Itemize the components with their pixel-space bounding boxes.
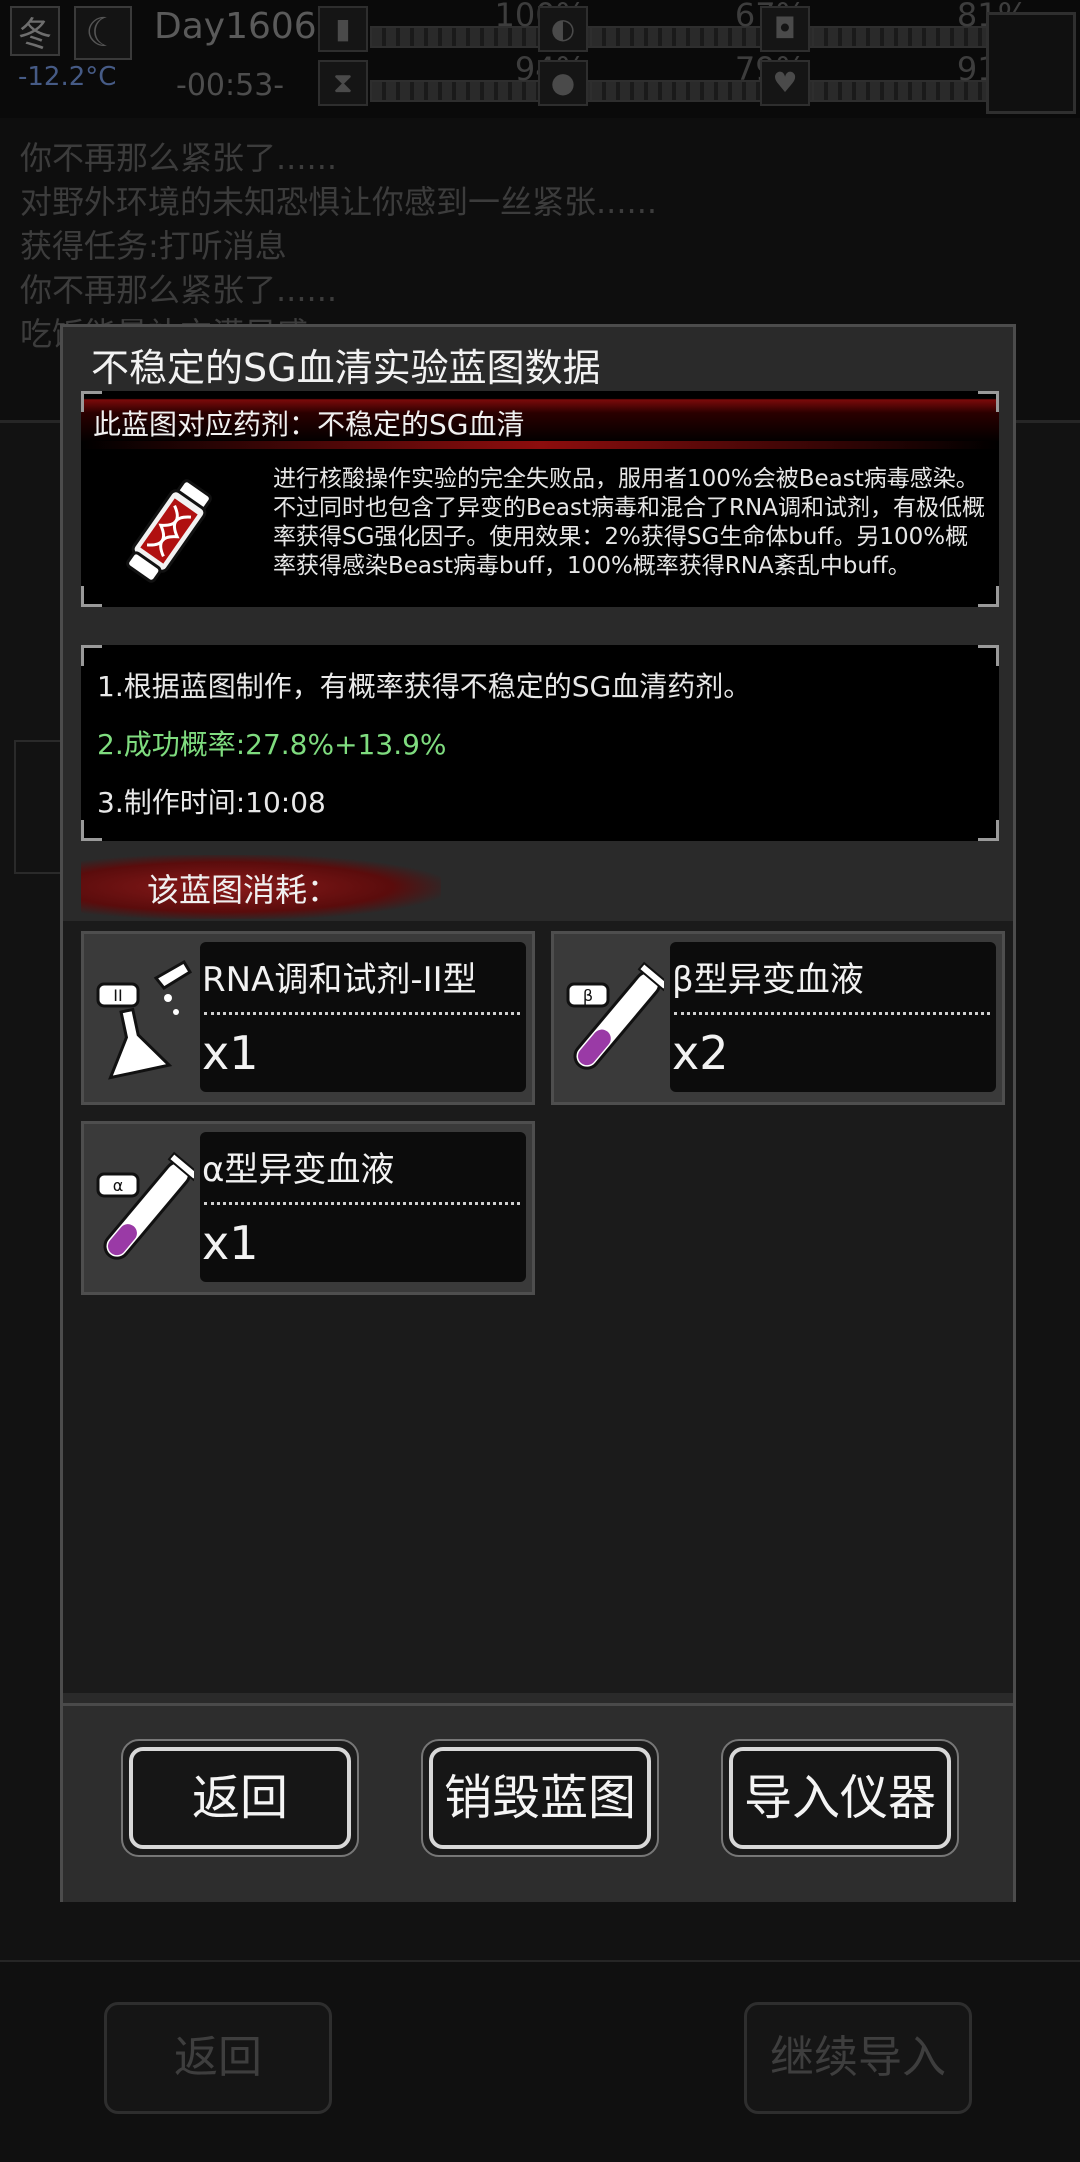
test-tube-icon: β [566, 961, 664, 1070]
material-name: RNA调和试剂-II型 [202, 960, 477, 1000]
stomach-icon: ◐ [538, 6, 588, 52]
materials-list: II RNA调和试剂-II型 x1 β β型异变血液 x2 α α型异变血液 x… [63, 921, 1013, 1693]
bag-icon: ◘ [760, 6, 810, 52]
day-counter: Day1606 [154, 6, 317, 47]
material-item[interactable]: α α型异变血液 x1 [81, 1121, 535, 1295]
material-item[interactable]: II RNA调和试剂-II型 x1 [81, 931, 535, 1105]
back-button[interactable]: 返回 [121, 1739, 359, 1857]
svg-text:β: β [583, 986, 593, 1005]
info-craft-result: 1.根据蓝图制作，有概率获得不稳定的SG血清药剂。 [97, 670, 752, 703]
log-line: 获得任务:打听消息 [20, 227, 287, 265]
target-potion-label: 此蓝图对应药剂：不稳定的SG血清 [93, 408, 525, 441]
background-continue-button[interactable]: 继续导入 [744, 2002, 972, 2114]
season-indicator: 冬 [10, 6, 60, 56]
info-success-rate: 2.成功概率:27.8%+13.9% [97, 728, 447, 761]
hourglass-icon: ⧗ [318, 60, 368, 106]
craft-info-box: 1.根据蓝图制作，有概率获得不稳定的SG血清药剂。 2.成功概率:27.8%+1… [81, 645, 999, 841]
material-item[interactable]: β β型异变血液 x2 [551, 931, 1005, 1105]
blueprint-description: 进行核酸操作实验的完全失败品，服用者100%会被Beast病毒感染。不过同时也包… [273, 466, 985, 579]
material-name: α型异变血液 [202, 1150, 395, 1190]
dialog-title: 不稳定的SG血清实验蓝图数据 [91, 346, 601, 390]
info-craft-time: 3.制作时间:10:08 [97, 786, 326, 819]
water-drop-icon: ● [538, 60, 588, 106]
log-line: 对野外环境的未知恐惧让你感到一丝紧张...... [20, 183, 658, 221]
destroy-blueprint-button[interactable]: 销毁蓝图 [421, 1739, 659, 1857]
temperature: -12.2°C [18, 62, 117, 92]
blueprint-description-box: 此蓝图对应药剂：不稳定的SG血清 进行核酸操作实验的完全失败品，服用者100%会… [81, 391, 999, 607]
heart-icon: ♥ [760, 60, 810, 106]
material-quantity: x1 [202, 1026, 259, 1080]
import-instrument-button[interactable]: 导入仪器 [721, 1739, 959, 1857]
battery-icon: ▮ [318, 6, 368, 52]
svg-text:α: α [113, 1176, 124, 1195]
log-line: 你不再那么紧张了...... [20, 271, 338, 309]
background-back-button[interactable]: 返回 [104, 2002, 332, 2114]
event-log: 你不再那么紧张了...... 对野外环境的未知恐惧让你感到一丝紧张...... … [20, 136, 1060, 356]
svg-text:II: II [113, 986, 122, 1005]
status-bar: 冬 ☾ Day1606 -12.2°C -00:53- ▮ 100% ◐ 67%… [0, 0, 1080, 118]
flask-icon: II [96, 959, 193, 1080]
blueprint-dialog: 不稳定的SG血清实验蓝图数据 此蓝图对应药剂：不稳定的SG血清 进行核酸操作实验… [60, 324, 1016, 1902]
log-line: 你不再那么紧张了...... [20, 139, 338, 177]
game-time: -00:53- [176, 68, 285, 103]
test-tube-icon: α [96, 1151, 194, 1260]
serum-vial-icon [126, 479, 212, 583]
menu-button[interactable] [986, 12, 1076, 114]
moon-icon: ☾ [74, 6, 132, 60]
consume-label: 该蓝图消耗： [147, 871, 340, 909]
material-quantity: x1 [202, 1216, 259, 1270]
material-name: β型异变血液 [672, 960, 864, 1000]
material-quantity: x2 [672, 1026, 729, 1080]
